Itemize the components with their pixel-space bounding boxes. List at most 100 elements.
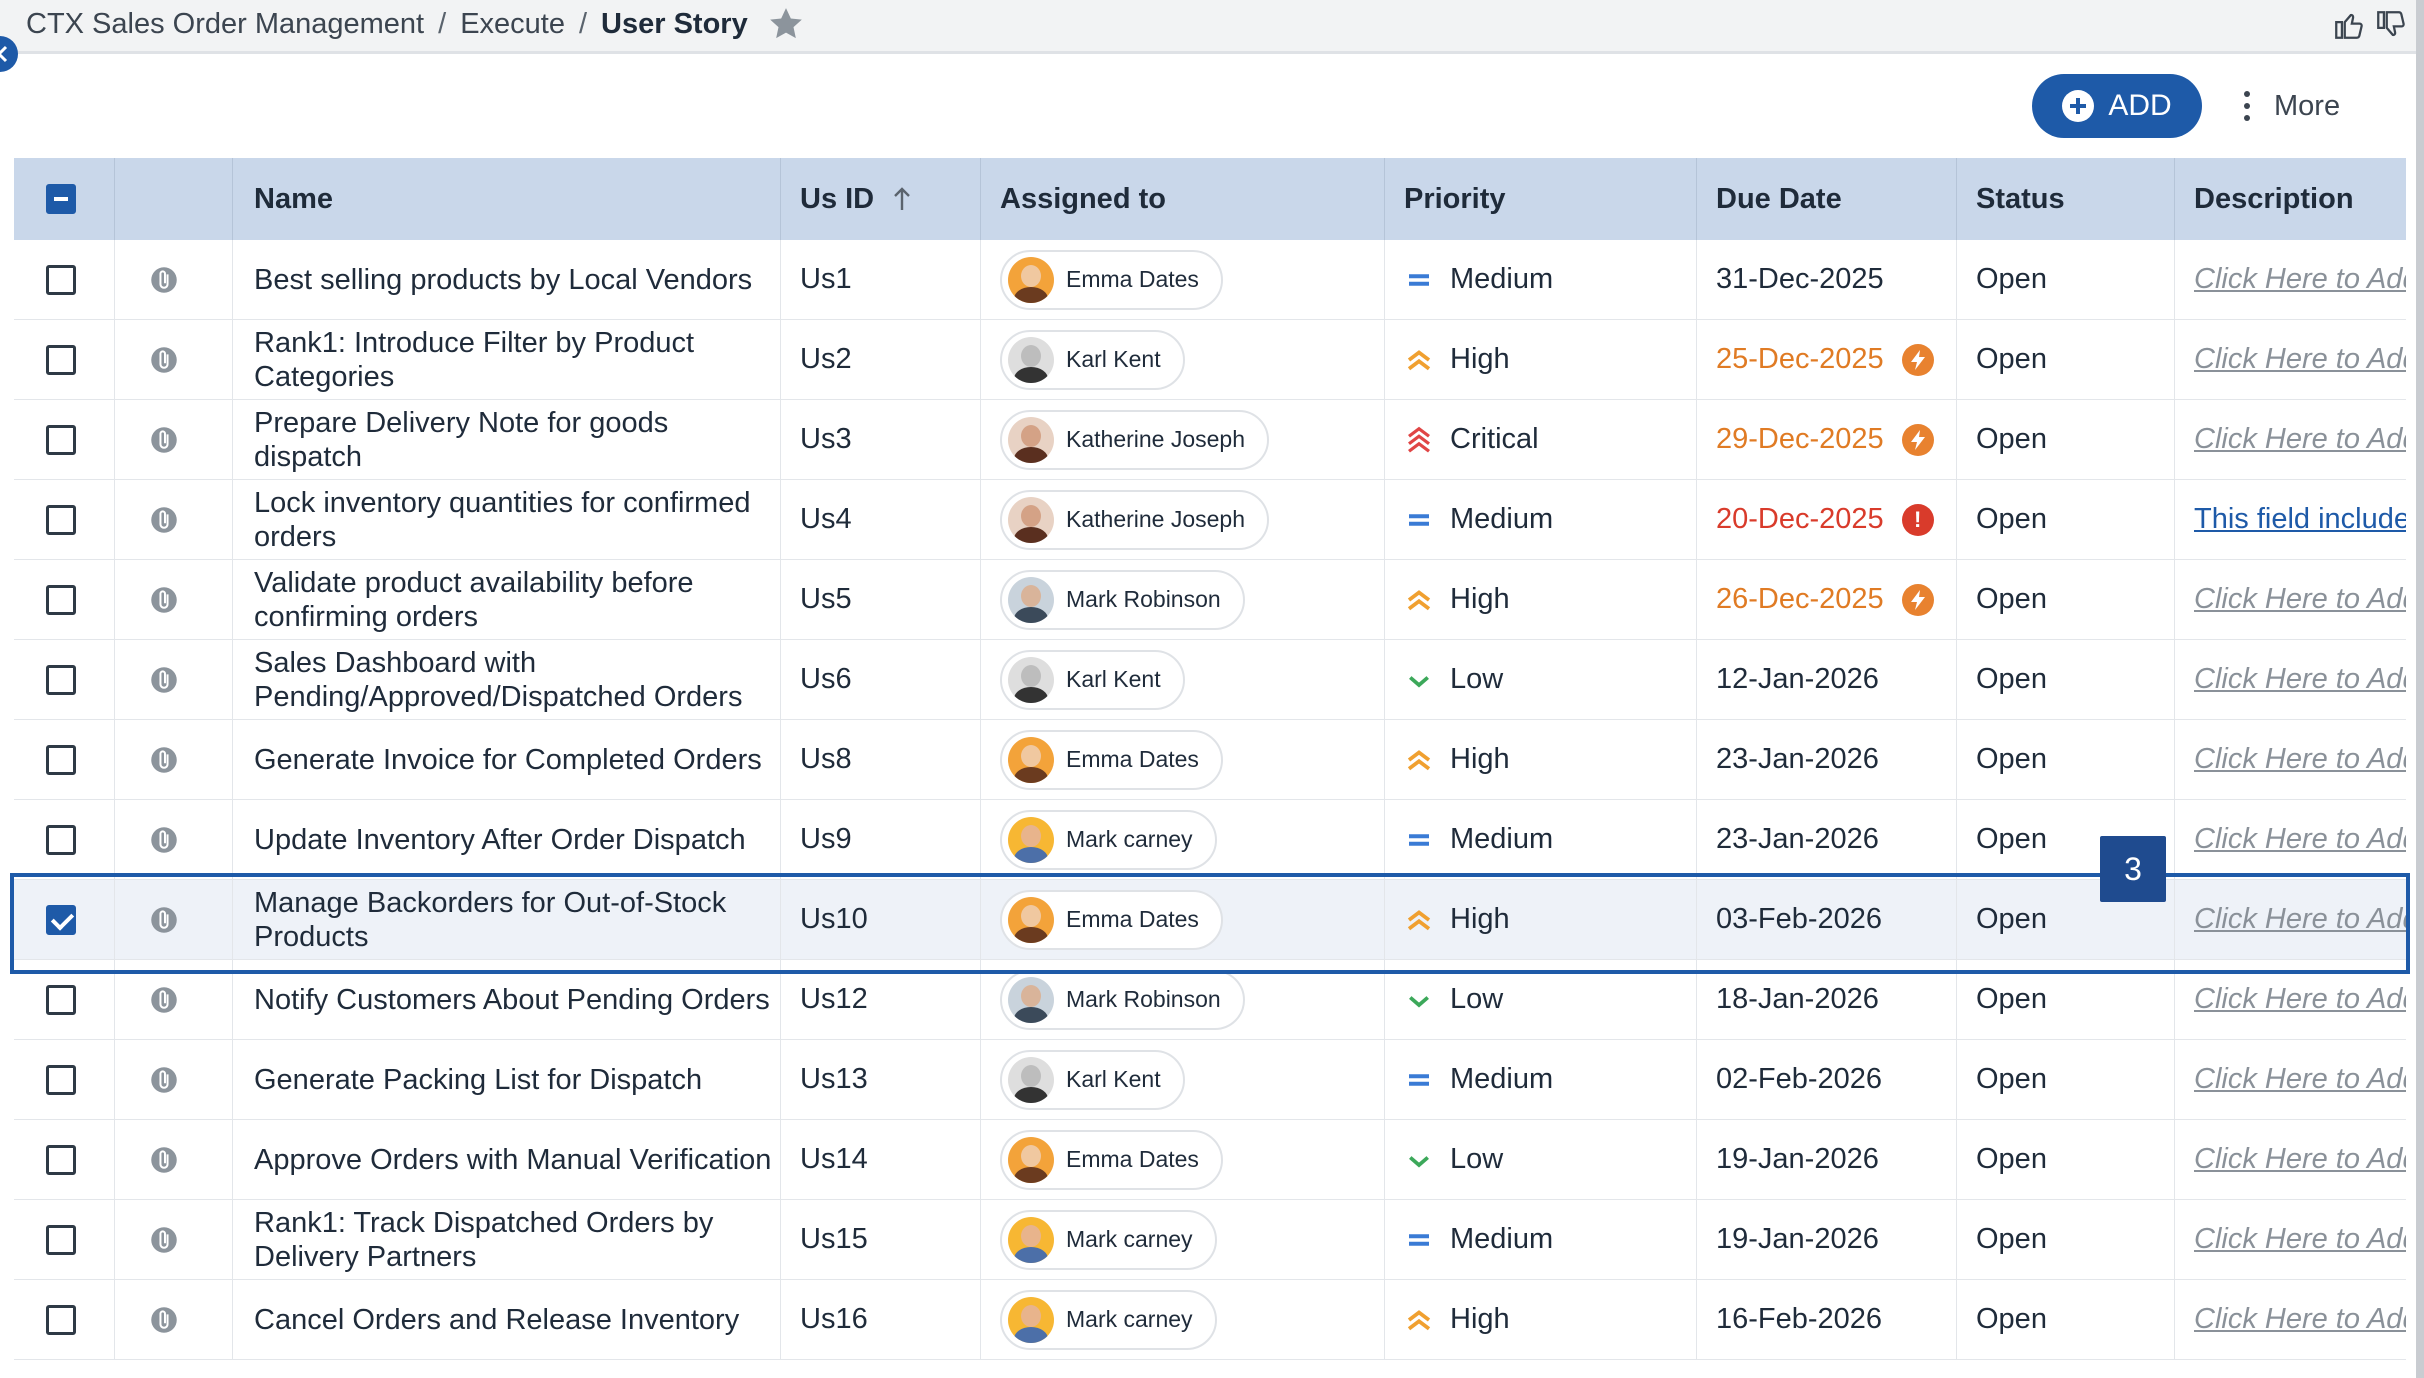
favorite-star-icon[interactable] xyxy=(766,4,806,44)
table-row[interactable]: Generate Invoice for Completed Orders Us… xyxy=(14,720,2406,800)
table-row[interactable]: Sales Dashboard with Pending/Approved/Di… xyxy=(14,640,2406,720)
more-button[interactable]: More xyxy=(2244,84,2340,128)
story-name[interactable]: Generate Packing List for Dispatch xyxy=(254,1063,702,1097)
breadcrumb-item-execute[interactable]: Execute xyxy=(460,8,565,41)
row-checkbox[interactable] xyxy=(46,504,76,535)
story-name[interactable]: Rank1: Introduce Filter by Product Categ… xyxy=(254,326,784,394)
story-name[interactable]: Lock inventory quantities for confirmed … xyxy=(254,486,784,554)
table-row[interactable]: Update Inventory After Order Dispatch Us… xyxy=(14,800,2406,880)
thumbs-up-icon[interactable] xyxy=(2332,8,2366,42)
row-checkbox[interactable] xyxy=(46,1224,76,1255)
row-checkbox[interactable] xyxy=(46,1064,76,1095)
story-name[interactable]: Best selling products by Local Vendors xyxy=(254,263,752,297)
table-row[interactable]: Rank1: Track Dispatched Orders by Delive… xyxy=(14,1200,2406,1280)
row-checkbox[interactable] xyxy=(46,344,76,375)
row-checkbox[interactable] xyxy=(46,904,76,935)
attachment-clip-icon[interactable] xyxy=(147,823,181,857)
column-header-due-date[interactable]: Due Date xyxy=(1716,183,1842,216)
description-link[interactable]: Click Here to Add xyxy=(2194,583,2406,616)
table-row[interactable]: Approve Orders with Manual Verification … xyxy=(14,1120,2406,1200)
description-link[interactable]: Click Here to Add xyxy=(2194,983,2406,1016)
row-checkbox[interactable] xyxy=(46,424,76,455)
assignee-chip[interactable]: Emma Dates xyxy=(1000,729,1223,790)
story-name[interactable]: Prepare Delivery Note for goods dispatch xyxy=(254,406,784,474)
attachment-clip-icon[interactable] xyxy=(147,1223,181,1257)
description-link[interactable]: Click Here to Add xyxy=(2194,823,2406,856)
scrollbar[interactable] xyxy=(2416,0,2424,1378)
attachment-clip-icon[interactable] xyxy=(147,983,181,1017)
row-checkbox[interactable] xyxy=(46,1144,76,1175)
attachment-clip-icon[interactable] xyxy=(147,1303,181,1337)
row-checkbox[interactable] xyxy=(46,1304,76,1335)
table-row[interactable]: Generate Packing List for Dispatch Us13 … xyxy=(14,1040,2406,1120)
attachment-clip-icon[interactable] xyxy=(147,423,181,457)
column-header-status[interactable]: Status xyxy=(1976,183,2065,216)
table-row[interactable]: Manage Backorders for Out-of-Stock Produ… xyxy=(14,880,2406,960)
table-row[interactable]: Lock inventory quantities for confirmed … xyxy=(14,480,2406,560)
assignee-chip[interactable]: Mark Robinson xyxy=(1000,569,1245,630)
story-name[interactable]: Validate product availability before con… xyxy=(254,566,784,634)
description-link[interactable]: This field includes xyxy=(2194,503,2406,536)
row-checkbox[interactable] xyxy=(46,584,76,615)
story-name[interactable]: Cancel Orders and Release Inventory xyxy=(254,1303,739,1337)
row-checkbox[interactable] xyxy=(46,744,76,775)
story-name[interactable]: Generate Invoice for Completed Orders xyxy=(254,743,762,777)
column-header-assigned[interactable]: Assigned to xyxy=(1000,183,1166,216)
assignee-chip[interactable]: Mark carney xyxy=(1000,1209,1217,1270)
table-row[interactable]: Cancel Orders and Release Inventory Us16… xyxy=(14,1280,2406,1360)
description-link[interactable]: Click Here to Add xyxy=(2194,663,2406,696)
assignee-chip[interactable]: Emma Dates xyxy=(1000,1129,1223,1190)
row-checkbox[interactable] xyxy=(46,664,76,695)
select-all-checkbox[interactable] xyxy=(46,184,76,214)
attachment-clip-icon[interactable] xyxy=(147,1063,181,1097)
story-name[interactable]: Rank1: Track Dispatched Orders by Delive… xyxy=(254,1206,784,1274)
table-row[interactable]: Best selling products by Local Vendors U… xyxy=(14,240,2406,320)
description-link[interactable]: Click Here to Add xyxy=(2194,1223,2406,1256)
attachment-clip-icon[interactable] xyxy=(147,743,181,777)
attachment-clip-icon[interactable] xyxy=(147,343,181,377)
description-link[interactable]: Click Here to Add xyxy=(2194,343,2406,376)
story-name[interactable]: Approve Orders with Manual Verification xyxy=(254,1143,771,1177)
description-link[interactable]: Click Here to Add xyxy=(2194,1303,2406,1336)
description-link[interactable]: Click Here to Add xyxy=(2194,263,2406,296)
description-link[interactable]: Click Here to Add xyxy=(2194,1063,2406,1096)
description-link[interactable]: Click Here to Add xyxy=(2194,743,2406,776)
story-name[interactable]: Update Inventory After Order Dispatch xyxy=(254,823,746,857)
column-header-name[interactable]: Name xyxy=(254,182,333,216)
table-row[interactable]: Validate product availability before con… xyxy=(14,560,2406,640)
add-button[interactable]: ADD xyxy=(2032,74,2202,138)
assignee-chip[interactable]: Karl Kent xyxy=(1000,329,1185,390)
attachment-clip-icon[interactable] xyxy=(147,263,181,297)
assignee-chip[interactable]: Katherine Joseph xyxy=(1000,489,1270,550)
table-row[interactable]: Notify Customers About Pending Orders Us… xyxy=(14,960,2406,1040)
column-header-usid[interactable]: Us ID xyxy=(800,183,874,216)
attachment-clip-icon[interactable] xyxy=(147,503,181,537)
attachment-clip-icon[interactable] xyxy=(147,583,181,617)
column-header-priority[interactable]: Priority xyxy=(1404,183,1506,216)
sort-ascending-icon[interactable] xyxy=(892,186,912,212)
assignee-chip[interactable]: Karl Kent xyxy=(1000,1049,1185,1110)
assignee-chip[interactable]: Katherine Joseph xyxy=(1000,409,1270,470)
thumbs-down-icon[interactable] xyxy=(2374,8,2408,42)
assignee-chip[interactable]: Mark Robinson xyxy=(1000,969,1245,1030)
description-link[interactable]: Click Here to Add xyxy=(2194,903,2406,936)
story-name[interactable]: Notify Customers About Pending Orders xyxy=(254,983,770,1017)
assignee-chip[interactable]: Emma Dates xyxy=(1000,889,1223,950)
assignee-chip[interactable]: Mark carney xyxy=(1000,1289,1217,1350)
attachment-clip-icon[interactable] xyxy=(147,1143,181,1177)
row-checkbox[interactable] xyxy=(46,264,76,295)
row-checkbox[interactable] xyxy=(46,984,76,1015)
story-name[interactable]: Sales Dashboard with Pending/Approved/Di… xyxy=(254,646,784,714)
assignee-chip[interactable]: Mark carney xyxy=(1000,809,1217,870)
attachment-clip-icon[interactable] xyxy=(147,663,181,697)
assignee-chip[interactable]: Karl Kent xyxy=(1000,649,1185,710)
attachment-clip-icon[interactable] xyxy=(147,903,181,937)
table-row[interactable]: Prepare Delivery Note for goods dispatch… xyxy=(14,400,2406,480)
description-link[interactable]: Click Here to Add xyxy=(2194,1143,2406,1176)
assignee-chip[interactable]: Emma Dates xyxy=(1000,249,1223,310)
column-header-description[interactable]: Description xyxy=(2194,183,2354,216)
row-checkbox[interactable] xyxy=(46,824,76,855)
breadcrumb-item-project[interactable]: CTX Sales Order Management xyxy=(26,8,424,41)
story-name[interactable]: Manage Backorders for Out-of-Stock Produ… xyxy=(254,886,784,954)
table-row[interactable]: Rank1: Introduce Filter by Product Categ… xyxy=(14,320,2406,400)
